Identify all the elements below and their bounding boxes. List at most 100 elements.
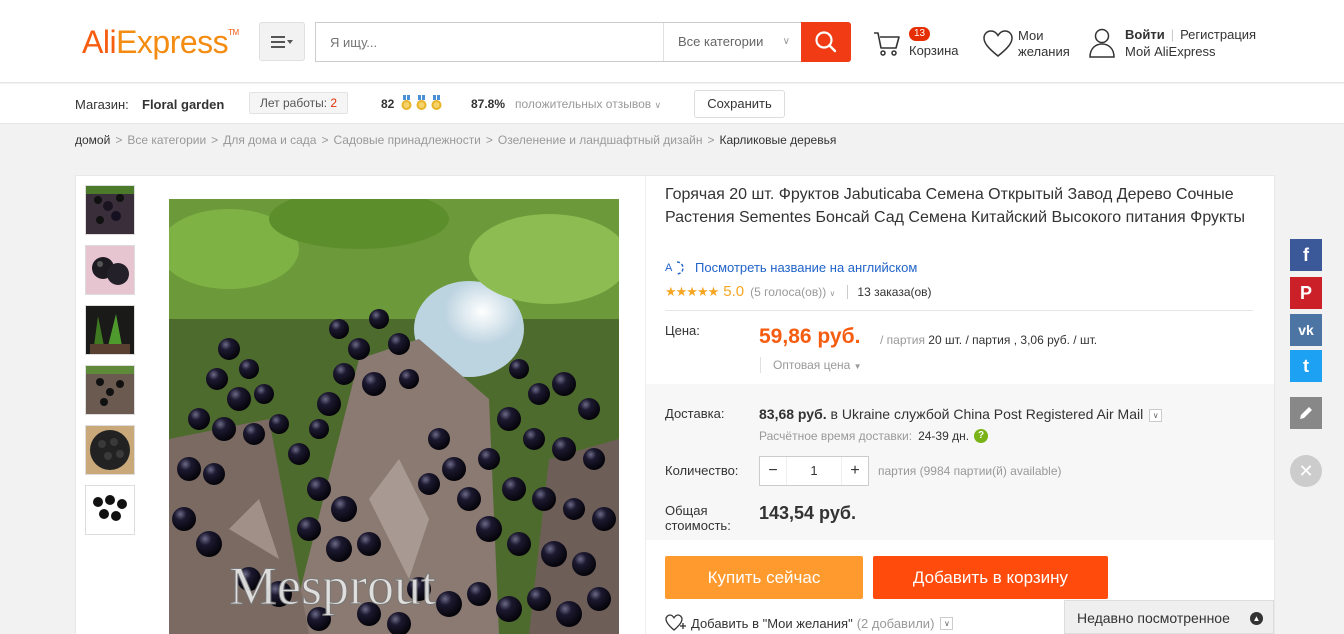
- medal-icon: [431, 95, 442, 110]
- edit-button[interactable]: [1290, 397, 1322, 429]
- chevron-down-icon[interactable]: ∨: [940, 616, 954, 630]
- minus-button[interactable]: −: [760, 462, 786, 480]
- store-name-link[interactable]: Floral garden: [142, 97, 224, 112]
- shipping-method: в Ukraine службой China Post Registered …: [830, 406, 1144, 422]
- product-main-image[interactable]: Mesprout: [169, 199, 619, 634]
- breadcrumb-current: Карликовые деревья: [719, 133, 837, 147]
- close-icon[interactable]: ✕: [1290, 455, 1322, 487]
- vk-icon: vk: [1298, 322, 1314, 338]
- thumbnail[interactable]: [85, 185, 135, 235]
- price-unit: / партия 20 шт. / партия , 3,06 руб. / ш…: [880, 333, 1097, 347]
- wishlist-link[interactable]: Мои желания: [982, 27, 1082, 67]
- help-icon[interactable]: ?: [974, 429, 989, 443]
- site-header: AliExpressTM Все категории ∨ 13 Корзина: [0, 0, 1344, 83]
- quantity-input[interactable]: 1: [786, 457, 842, 485]
- logo-ali: Ali: [82, 24, 117, 60]
- facebook-icon: f: [1303, 244, 1309, 265]
- divider: [665, 310, 1253, 311]
- rating-value: 5.0: [723, 283, 745, 300]
- medal-icon: [401, 95, 412, 110]
- thumbnail[interactable]: [85, 305, 135, 355]
- recently-viewed-label: Недавно посмотренное: [1077, 610, 1230, 626]
- breadcrumb-separator: >: [707, 133, 715, 147]
- shipping-info[interactable]: 83,68 руб. в Ukraine службой China Post …: [759, 406, 1163, 422]
- user-icon: [1089, 28, 1115, 58]
- register-link[interactable]: Регистрация: [1180, 27, 1256, 42]
- breadcrumb-item[interactable]: Садовые принадлежности: [333, 133, 480, 147]
- wishlist-label-line2: желания: [1018, 44, 1070, 59]
- store-score[interactable]: 82: [381, 97, 394, 111]
- search-button[interactable]: [801, 22, 851, 62]
- add-to-cart-button[interactable]: Добавить в корзину: [873, 556, 1108, 599]
- quantity-stepper: − 1 +: [759, 456, 869, 486]
- total-label: Общая стоимость:: [665, 503, 731, 533]
- aliexpress-logo[interactable]: AliExpressTM: [82, 24, 239, 61]
- translate-icon: A: [665, 261, 684, 275]
- positive-label: положительных отзывов: [515, 97, 652, 111]
- search-bar: Все категории ∨: [315, 22, 802, 62]
- thumbnail[interactable]: [85, 245, 135, 295]
- quantity-label: Количество:: [665, 463, 739, 478]
- translate-title-link[interactable]: A Посмотреть название на английском: [665, 259, 917, 275]
- thumbnail-strip: [85, 185, 135, 545]
- caret-down-icon: ▼: [853, 362, 862, 371]
- save-store-button[interactable]: Сохранить: [694, 90, 785, 118]
- positive-feedback-dropdown[interactable]: положительных отзывов ∨: [515, 97, 661, 111]
- medal-icons: [401, 95, 447, 114]
- cart-link[interactable]: 13 Корзина: [872, 25, 972, 65]
- years-value: 2: [330, 96, 338, 110]
- category-select[interactable]: Все категории ∨: [663, 23, 802, 61]
- breadcrumb-item[interactable]: домой: [75, 133, 110, 147]
- price-unit-prefix: / партия: [880, 333, 925, 347]
- vk-share-button[interactable]: vk: [1290, 314, 1322, 346]
- login-link[interactable]: Войти: [1125, 27, 1165, 42]
- chevron-down-icon: ∨: [654, 100, 662, 110]
- twitter-share-button[interactable]: t: [1290, 350, 1322, 382]
- pinterest-icon: P: [1299, 282, 1312, 303]
- add-wish-label: Добавить в "Мои желания": [691, 615, 853, 631]
- rating-row: ★★★★★ 5.0 (5 голоса(ов)) ∨ 13 заказа(ов): [665, 283, 932, 300]
- my-aliexpress-link[interactable]: Мой AliExpress: [1125, 44, 1216, 60]
- votes-count: (5 голоса(ов)): [750, 284, 827, 299]
- breadcrumb-separator: >: [211, 133, 219, 147]
- breadcrumb-item[interactable]: Для дома и сада: [223, 133, 316, 147]
- shipping-price: 83,68 руб.: [759, 406, 827, 422]
- search-input[interactable]: [316, 23, 662, 61]
- plus-button[interactable]: +: [842, 462, 868, 480]
- breadcrumb-item[interactable]: Озеленение и ландшафтный дизайн: [498, 133, 703, 147]
- facebook-share-button[interactable]: f: [1290, 239, 1322, 271]
- wholesale-price-dropdown[interactable]: Оптовая цена ▼: [760, 357, 862, 373]
- add-to-wishlist-link[interactable]: Добавить в "Мои желания" (2 добавили) ∨: [665, 614, 954, 632]
- eta-days: 24-39 дн.: [918, 429, 970, 443]
- account-links: Войти | Регистрация: [1125, 27, 1256, 43]
- cart-icon: [874, 32, 900, 56]
- thumbnail[interactable]: [85, 425, 135, 475]
- divider: [847, 284, 849, 299]
- chevron-down-icon: ∨: [829, 288, 836, 298]
- svg-text:A: A: [665, 262, 673, 274]
- shipping-label: Доставка:: [665, 406, 725, 421]
- store-bar: Магазин: Floral garden Лет работы: 2 82 …: [0, 84, 1344, 124]
- quantity-available: партия (9984 партии(й) available): [878, 464, 1062, 478]
- delivery-estimate: Расчётное время доставки: 24-39 дн.?: [759, 429, 989, 443]
- translate-label: Посмотреть название на английском: [695, 259, 918, 275]
- menu-icon: [271, 35, 293, 48]
- thumbnail[interactable]: [85, 365, 135, 415]
- wishlist-label-line1: Мои: [1018, 28, 1044, 43]
- wishlist-label: Мои желания: [1018, 28, 1070, 60]
- pinterest-share-button[interactable]: P: [1290, 277, 1322, 309]
- category-menu-button[interactable]: [259, 22, 305, 61]
- thumbnail[interactable]: [85, 485, 135, 535]
- star-rating-icon: ★★★★★: [665, 283, 719, 299]
- price-unit-detail: 20 шт. / партия , 3,06 руб. / шт.: [928, 333, 1098, 347]
- breadcrumb-item[interactable]: Все категории: [127, 133, 206, 147]
- store-years-badge: Лет работы: 2: [249, 92, 349, 114]
- total-value: 143,54 руб.: [759, 503, 856, 523]
- chevron-down-icon[interactable]: ∨: [1149, 408, 1163, 422]
- wholesale-label: Оптовая цена: [773, 358, 851, 372]
- votes-dropdown[interactable]: (5 голоса(ов)) ∨: [750, 285, 835, 299]
- recently-viewed-bar[interactable]: Недавно посмотренное ▲: [1064, 600, 1274, 634]
- buy-now-button[interactable]: Купить сейчас: [665, 556, 863, 599]
- account-block: Войти | Регистрация Мой AliExpress: [1088, 27, 1288, 67]
- breadcrumb: домой > Все категории > Для дома и сада > Садо…: [75, 133, 836, 147]
